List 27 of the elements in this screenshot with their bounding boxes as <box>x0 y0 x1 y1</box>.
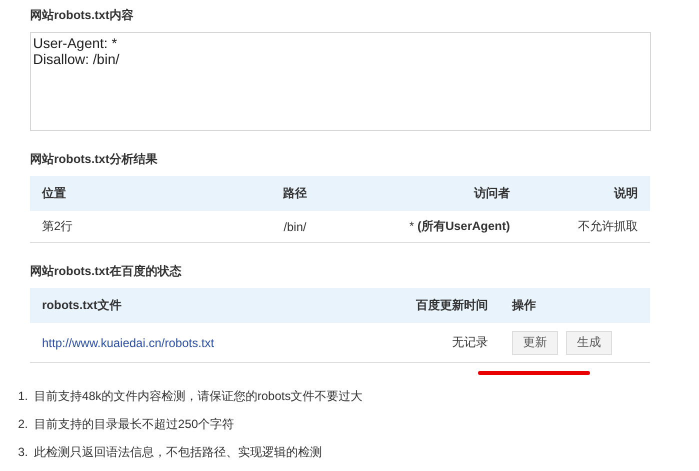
section-title: 网站robots.txt在百度的状态 <box>30 263 182 280</box>
column-header: 位置 <box>42 185 67 202</box>
action-button[interactable]: 更新 <box>512 330 558 354</box>
note-text: 此检测只返回语法信息，不包括路径、实现逻辑的检测 <box>34 444 322 460</box>
action-button[interactable]: 生成 <box>566 330 612 354</box>
column-header: 百度更新时间 <box>415 297 488 314</box>
list-number: 1. <box>18 389 28 403</box>
note-text: 目前支持的目录最长不超过250个字符 <box>34 416 234 432</box>
column-header: 访问者 <box>472 185 510 202</box>
robots-textarea[interactable]: User-Agent: * Disallow: /bin/ <box>30 32 651 131</box>
column-header: 路径 <box>282 185 308 202</box>
column-header: robots.txt文件 <box>42 297 122 314</box>
list-number: 3. <box>18 445 28 459</box>
note-text: 目前支持48k的文件内容检测，请保证您的robots文件不要过大 <box>34 388 363 404</box>
table-cell-text: /bin/ <box>282 220 308 234</box>
column-header: 说明 <box>612 185 638 202</box>
section-title: 网站robots.txt内容 <box>30 7 134 24</box>
column-header: 操作 <box>510 297 537 314</box>
table-cell-text: *(所有UserAgent) <box>408 218 510 235</box>
section-title: 网站robots.txt分析结果 <box>30 151 158 168</box>
robots-link[interactable]: http://www.kuaiedai.cn/robots.txt <box>42 336 214 350</box>
textarea-line: Disallow: /bin/ <box>33 51 120 67</box>
list-number: 2. <box>18 417 28 431</box>
table-cell-text: 第2行 <box>42 218 74 235</box>
table-cell-text: 无记录 <box>451 334 488 351</box>
table-cell-text: 不允许抓取 <box>577 218 638 235</box>
textarea-line: User-Agent: * <box>33 35 118 51</box>
